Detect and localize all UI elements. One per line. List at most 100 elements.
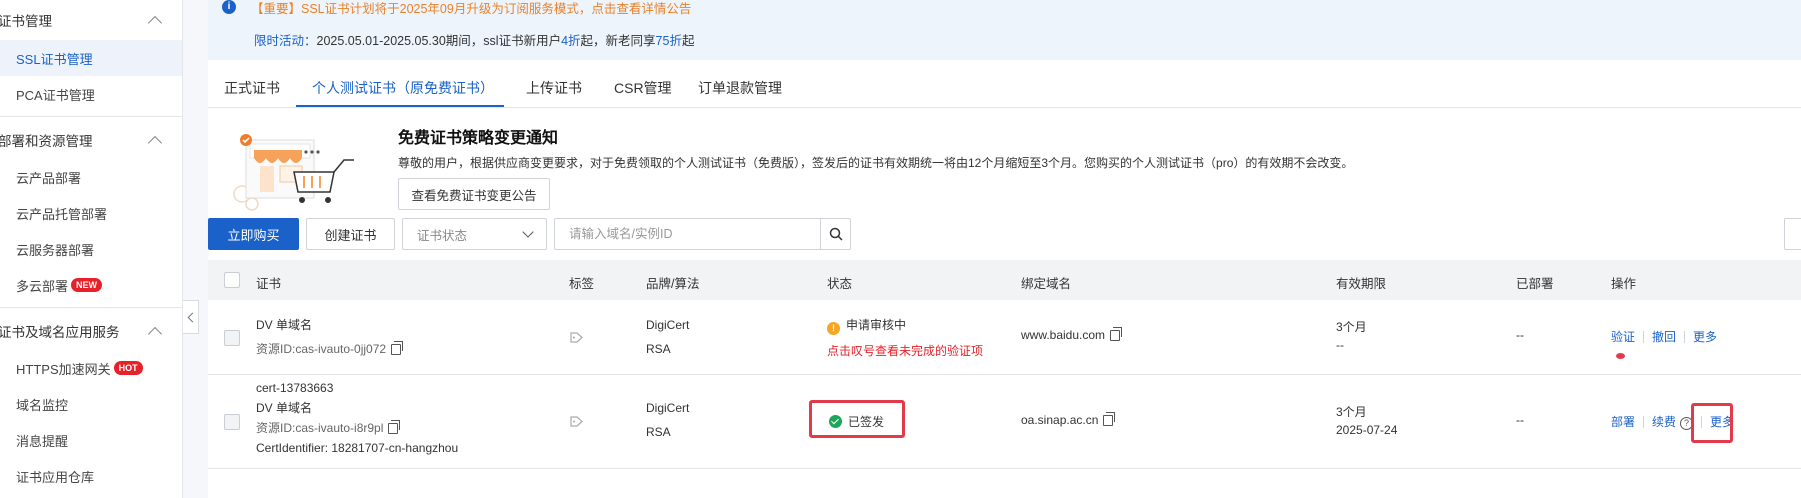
sidebar-group-cert-management[interactable]: 证书管理 <box>0 0 182 40</box>
sidebar-item-pca-cert[interactable]: PCA证书管理 <box>0 76 182 112</box>
new-badge: NEW <box>71 278 103 292</box>
column-header-brand: 品牌/算法 <box>646 277 700 291</box>
warning-icon[interactable]: ! <box>827 322 840 335</box>
deploy-link[interactable]: 部署 <box>1611 415 1635 429</box>
sidebar-group-label: 证书及域名应用服务 <box>0 325 120 340</box>
validity-period: 3个月 <box>1336 320 1367 334</box>
algorithm: RSA <box>646 342 671 356</box>
annotation-box <box>809 400 905 438</box>
search-input[interactable] <box>555 219 820 249</box>
shop-illustration-icon <box>233 134 354 211</box>
policy-title: 免费证书策略变更通知 <box>398 130 559 147</box>
notice-detail-link[interactable]: 详情公告 <box>641 2 691 16</box>
sidebar-item-server-deploy[interactable]: 云服务器部署 <box>0 231 182 267</box>
table-row: cert-13783663 DV 单域名 资源ID:cas-ivauto-i8r… <box>208 375 1801 469</box>
bound-domain: oa.sinap.ac.cn <box>1021 412 1116 427</box>
sidebar-item-https-gateway[interactable]: HTTPS加速网关 HOT <box>0 350 182 386</box>
algorithm: RSA <box>646 425 671 439</box>
view-policy-button[interactable]: 查看免费证书变更公告 <box>398 178 550 210</box>
domain-text: oa.sinap.ac.cn <box>1021 413 1099 427</box>
main-content: i 【重要】SSL证书计划将于2025年09月升级为订阅服务模式，点击查看详情公… <box>208 0 1801 498</box>
brand: DigiCert <box>646 318 690 332</box>
column-header-tag: 标签 <box>569 277 595 291</box>
sidebar-divider <box>0 307 182 308</box>
renew-link[interactable]: 续费 <box>1652 415 1676 429</box>
tab-test-cert[interactable]: 个人测试证书（原免费证书） <box>312 78 494 98</box>
sidebar-item-label: 消息提醒 <box>16 433 69 449</box>
sidebar-item-label: PCA证书管理 <box>16 87 95 103</box>
sidebar-item-label: 云服务器部署 <box>16 242 95 258</box>
info-icon: i <box>222 0 236 14</box>
column-header-deployed: 已部署 <box>1516 277 1554 291</box>
chevron-up-icon <box>147 326 163 341</box>
cert-name: cert-13783663 <box>256 381 334 395</box>
column-header-cert: 证书 <box>256 277 282 291</box>
cert-tabs: 正式证书 个人测试证书（原免费证书） 上传证书 CSR管理 订单退款管理 <box>208 68 1801 108</box>
cert-table: 证书 标签 品牌/算法 状态 绑定域名 有效期限 已部署 操作 DV 单域名 资… <box>208 260 1801 469</box>
sidebar-item-hosted-deploy[interactable]: 云产品托管部署 <box>0 195 182 231</box>
more-link[interactable]: 更多 <box>1693 330 1717 344</box>
policy-notice: 免费证书策略变更通知 尊敬的用户，根据供应商变更要求，对于免费领取的个人测试证书… <box>208 118 1801 212</box>
row-checkbox[interactable] <box>224 330 240 346</box>
sidebar-group-label: 部署和资源管理 <box>0 134 93 149</box>
tab-upload-cert[interactable]: 上传证书 <box>526 78 582 98</box>
sidebar-item-label: 证书应用仓库 <box>16 469 95 485</box>
select-all-checkbox[interactable] <box>224 272 240 288</box>
annotation-box <box>1691 403 1733 443</box>
verify-link[interactable]: 验证 <box>1611 330 1635 344</box>
column-header-validity: 有效期限 <box>1336 277 1387 291</box>
settings-button[interactable] <box>1784 218 1801 250</box>
sidebar-item-domain-monitor[interactable]: 域名监控 <box>0 386 182 422</box>
search-button[interactable] <box>820 219 850 249</box>
copy-icon[interactable] <box>1103 412 1116 426</box>
tab-csr[interactable]: CSR管理 <box>614 78 672 98</box>
sidebar-item-multicloud-deploy[interactable]: 多云部署 NEW <box>0 267 182 303</box>
expire-date: -- <box>1336 338 1344 352</box>
sidebar-item-label: 多云部署 <box>16 278 69 294</box>
copy-icon[interactable] <box>391 341 404 355</box>
promo-discount: 75折 <box>655 34 682 48</box>
column-header-status: 状态 <box>827 277 853 291</box>
status-hint: 点击叹号查看未完成的验证项 <box>827 344 984 358</box>
sidebar-group-deploy[interactable]: 部署和资源管理 <box>0 121 182 159</box>
sidebar-item-message-alert[interactable]: 消息提醒 <box>0 422 182 458</box>
sidebar-item-label: 云产品托管部署 <box>16 206 108 222</box>
create-cert-button[interactable]: 创建证书 <box>306 218 395 250</box>
sidebar-collapse-button[interactable] <box>183 300 199 334</box>
sidebar-item-label: 域名监控 <box>16 397 69 413</box>
hot-badge: HOT <box>113 361 143 375</box>
sidebar-item-ssl-cert[interactable]: SSL证书管理 <box>0 40 182 76</box>
sidebar: 证书管理 SSL证书管理 PCA证书管理 部署和资源管理 云产品部署 云产品托管… <box>0 0 183 498</box>
row-checkbox[interactable] <box>224 414 240 430</box>
policy-text: 尊敬的用户，根据供应商变更要求，对于免费领取的个人测试证书（免费版），签发后的证… <box>398 156 1354 170</box>
copy-icon[interactable] <box>388 420 401 434</box>
divider <box>1643 331 1645 343</box>
withdraw-link[interactable]: 撤回 <box>1652 330 1676 344</box>
notice-line-important: 【重要】SSL证书计划将于2025年09月升级为订阅服务模式，点击查看详情公告 <box>251 0 691 17</box>
deployed: -- <box>1516 413 1524 427</box>
search-box <box>554 218 851 250</box>
resource-id: 资源ID:cas-ivauto-0jj072 <box>256 340 404 357</box>
tag-icon[interactable] <box>570 332 583 343</box>
sidebar-item-cloud-deploy[interactable]: 云产品部署 <box>0 159 182 195</box>
sidebar-item-label: HTTPS加速网关 <box>16 361 111 377</box>
row-actions: 验证 撤回 更多 <box>1611 328 1717 345</box>
resource-id-text: 资源ID:cas-ivauto-i8r9pl <box>256 421 384 435</box>
sidebar-group-label: 证书管理 <box>0 14 52 29</box>
chevron-up-icon <box>147 15 163 30</box>
cert-status-select[interactable]: 证书状态 <box>402 218 547 250</box>
chevron-down-icon <box>522 226 534 238</box>
sidebar-divider <box>0 116 182 117</box>
sidebar-group-app-services[interactable]: 证书及域名应用服务 <box>0 312 182 350</box>
promo-label: 限时活动： <box>254 34 317 48</box>
tag-icon[interactable] <box>570 416 583 427</box>
cert-type: DV 单域名 <box>256 401 313 415</box>
tab-refund[interactable]: 订单退款管理 <box>698 78 782 98</box>
buy-now-button[interactable]: 立即购买 <box>208 218 299 250</box>
search-icon <box>829 227 843 241</box>
sidebar-item-cert-repo[interactable]: 证书应用仓库 <box>0 458 182 494</box>
tab-formal-cert[interactable]: 正式证书 <box>224 78 280 98</box>
active-tab-indicator <box>296 105 504 107</box>
copy-icon[interactable] <box>1110 327 1123 341</box>
promo-text: 起，新老同享 <box>580 34 656 48</box>
